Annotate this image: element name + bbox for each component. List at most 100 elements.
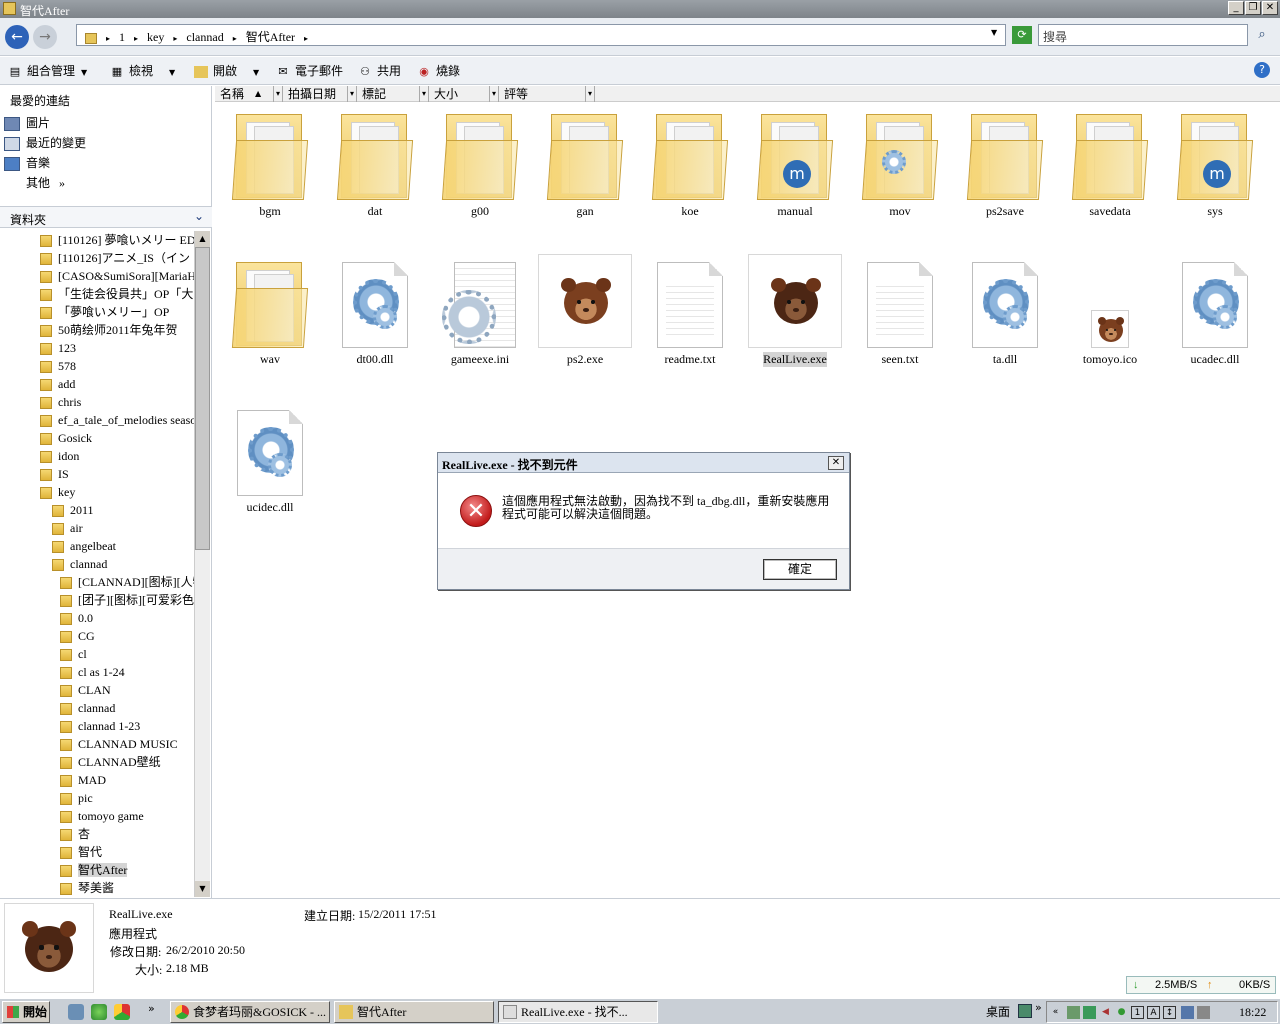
tree-node[interactable]: air [52, 519, 83, 537]
chrome-icon[interactable] [114, 1004, 130, 1020]
breadcrumb-item[interactable]: 1 [119, 30, 125, 44]
quicklaunch-more-icon[interactable]: » [148, 1002, 155, 1015]
forward-button[interactable]: → [33, 25, 57, 49]
file-item[interactable]: ucidec.dll [220, 400, 320, 515]
tree-node[interactable]: 50萌绘师2011年兔年贺 [40, 321, 178, 339]
file-item[interactable]: dat [325, 104, 425, 219]
email-button[interactable]: ✉ 電子郵件 [276, 61, 343, 81]
file-item[interactable]: m sys [1165, 104, 1265, 219]
column-dropdown-icon[interactable]: ▾ [272, 86, 280, 102]
file-item[interactable]: ta.dll [955, 252, 1055, 367]
file-item[interactable]: bgm [220, 104, 320, 219]
tree-node[interactable]: 杏 [60, 825, 90, 843]
tree-node[interactable]: [CASO&SumiSora][MariaHo [40, 267, 194, 285]
tree-node[interactable]: add [40, 375, 75, 393]
scroll-lock-icon[interactable]: ↕ [1163, 1006, 1176, 1019]
column-header-tags[interactable]: 標記 ▾ [357, 86, 429, 102]
open-button[interactable]: 開啟 ▼ [194, 61, 259, 81]
file-item[interactable]: ps2.exe [535, 252, 635, 367]
desktop-toolbar-label[interactable]: 桌面 [986, 1003, 1010, 1020]
tree-node[interactable]: angelbeat [52, 537, 116, 555]
dialog-title-bar[interactable]: RealLive.exe - 找不到元件 ✕ [438, 453, 849, 473]
help-icon[interactable]: ? [1254, 62, 1270, 78]
maximize-button[interactable]: ❐ [1245, 1, 1261, 15]
clock[interactable]: 18:22 [1239, 1005, 1266, 1020]
tree-node[interactable]: 0.0 [60, 609, 93, 627]
refresh-button[interactable]: ⟳ [1012, 26, 1032, 44]
file-item[interactable]: g00 [430, 104, 530, 219]
views-button[interactable]: ▦ 檢視 ▼ [110, 61, 175, 81]
favorite-item-recent[interactable]: 最近的變更 [4, 134, 86, 152]
scroll-down-icon[interactable]: ▼ [195, 881, 210, 897]
tree-node[interactable]: [110126] 夢喰いメリー ED [40, 231, 194, 249]
column-dropdown-icon[interactable]: ▾ [346, 86, 354, 102]
caps-lock-icon[interactable]: A [1147, 1006, 1160, 1019]
ok-button[interactable]: 確定 [763, 559, 837, 580]
title-bar[interactable]: 智代After _ ❐ ✕ [0, 0, 1280, 18]
taskbar-item-browser[interactable]: 食梦者玛丽&GOSICK - ... [170, 1001, 330, 1023]
update-icon[interactable]: ● [1115, 1006, 1128, 1019]
tree-node[interactable]: clannad [52, 555, 107, 573]
folders-header[interactable]: 資料夾 ⌄ [0, 206, 212, 228]
tree-node[interactable]: 琴美酱 [60, 879, 114, 897]
address-dropdown-icon[interactable]: ▼ [991, 28, 997, 37]
dialog-close-button[interactable]: ✕ [828, 456, 844, 470]
column-header-name[interactable]: 名稱 ▲ ▾ [215, 86, 283, 102]
column-dropdown-icon[interactable]: ▾ [584, 86, 592, 102]
tree-node[interactable]: clannad [60, 699, 115, 717]
tree-node[interactable]: CLANNAD壁纸 [60, 753, 161, 771]
breadcrumb-item[interactable]: key [147, 30, 164, 44]
tree-node[interactable]: 「生徒会役員共」OP「大 [40, 285, 193, 303]
search-icon[interactable]: ⌕ [1252, 25, 1272, 45]
search-input[interactable]: 搜尋 [1038, 24, 1248, 46]
file-item[interactable]: ps2save [955, 104, 1055, 219]
show-desktop-icon[interactable] [68, 1004, 84, 1020]
tree-node[interactable]: MAD [60, 771, 106, 789]
file-item[interactable]: dt00.dll [325, 252, 425, 367]
tree-node[interactable]: 「夢喰いメリー」OP [40, 303, 169, 321]
num-lock-icon[interactable]: 1 [1131, 1006, 1144, 1019]
file-item[interactable]: savedata [1060, 104, 1160, 219]
address-input[interactable]: ▸ 1 ▸ key ▸ clannad ▸ 智代After ▸ ▼ [76, 24, 1006, 46]
tree-node[interactable]: chris [40, 393, 81, 411]
back-button[interactable]: ← [5, 25, 29, 49]
tree-node[interactable]: 123 [40, 339, 76, 357]
display-icon[interactable] [1181, 1006, 1194, 1019]
close-button[interactable]: ✕ [1262, 1, 1278, 15]
tray-expand-icon[interactable]: « [1049, 1006, 1062, 1019]
file-item[interactable]: mov [850, 104, 950, 219]
media-player-icon[interactable] [91, 1004, 107, 1020]
start-button[interactable]: 開始 [2, 1001, 50, 1023]
column-dropdown-icon[interactable]: ▾ [488, 86, 496, 102]
tree-node[interactable]: ef_a_tale_of_melodies season [40, 411, 194, 429]
volume-icon[interactable]: ◀ [1099, 1006, 1112, 1019]
tree-node[interactable]: 智代 [60, 843, 102, 861]
taskbar-item-explorer[interactable]: 智代After [334, 1001, 494, 1023]
favorite-more-link[interactable]: 其他 » [26, 174, 65, 192]
scroll-up-icon[interactable]: ▲ [195, 231, 210, 247]
column-dropdown-icon[interactable]: ▾ [418, 86, 426, 102]
file-item[interactable]: RealLive.exe [745, 252, 845, 367]
file-item[interactable]: tomoyo.ico [1060, 252, 1160, 367]
tree-node[interactable]: IS [40, 465, 69, 483]
tree-node[interactable]: [CLANNAD][图标][人物 [60, 573, 194, 591]
tree-node[interactable]: pic [60, 789, 93, 807]
tree-node[interactable]: cl [60, 645, 87, 663]
file-item[interactable]: koe [640, 104, 740, 219]
tree-node[interactable]: 2011 [52, 501, 94, 519]
file-item[interactable]: wav [220, 252, 320, 367]
file-item[interactable]: seen.txt [850, 252, 950, 367]
column-header-rating[interactable]: 評等 ▾ [499, 86, 595, 102]
network-icon[interactable] [1067, 1006, 1080, 1019]
file-item[interactable]: ucadec.dll [1165, 252, 1265, 367]
organize-button[interactable]: ▤ 組合管理 ▼ [8, 61, 87, 81]
favorite-item-music[interactable]: 音樂 [4, 154, 50, 172]
chevron-down-icon[interactable]: ⌄ [194, 209, 204, 223]
tree-node[interactable]: CG [60, 627, 95, 645]
tree-node[interactable]: [团子][图标][可爱彩色 [60, 591, 194, 609]
tree-node[interactable]: 智代After [60, 861, 128, 879]
tree-node[interactable]: clannad 1-23 [60, 717, 140, 735]
file-item[interactable]: readme.txt [640, 252, 740, 367]
network-status-icon[interactable] [1197, 1006, 1210, 1019]
tree-node[interactable]: CLAN [60, 681, 111, 699]
